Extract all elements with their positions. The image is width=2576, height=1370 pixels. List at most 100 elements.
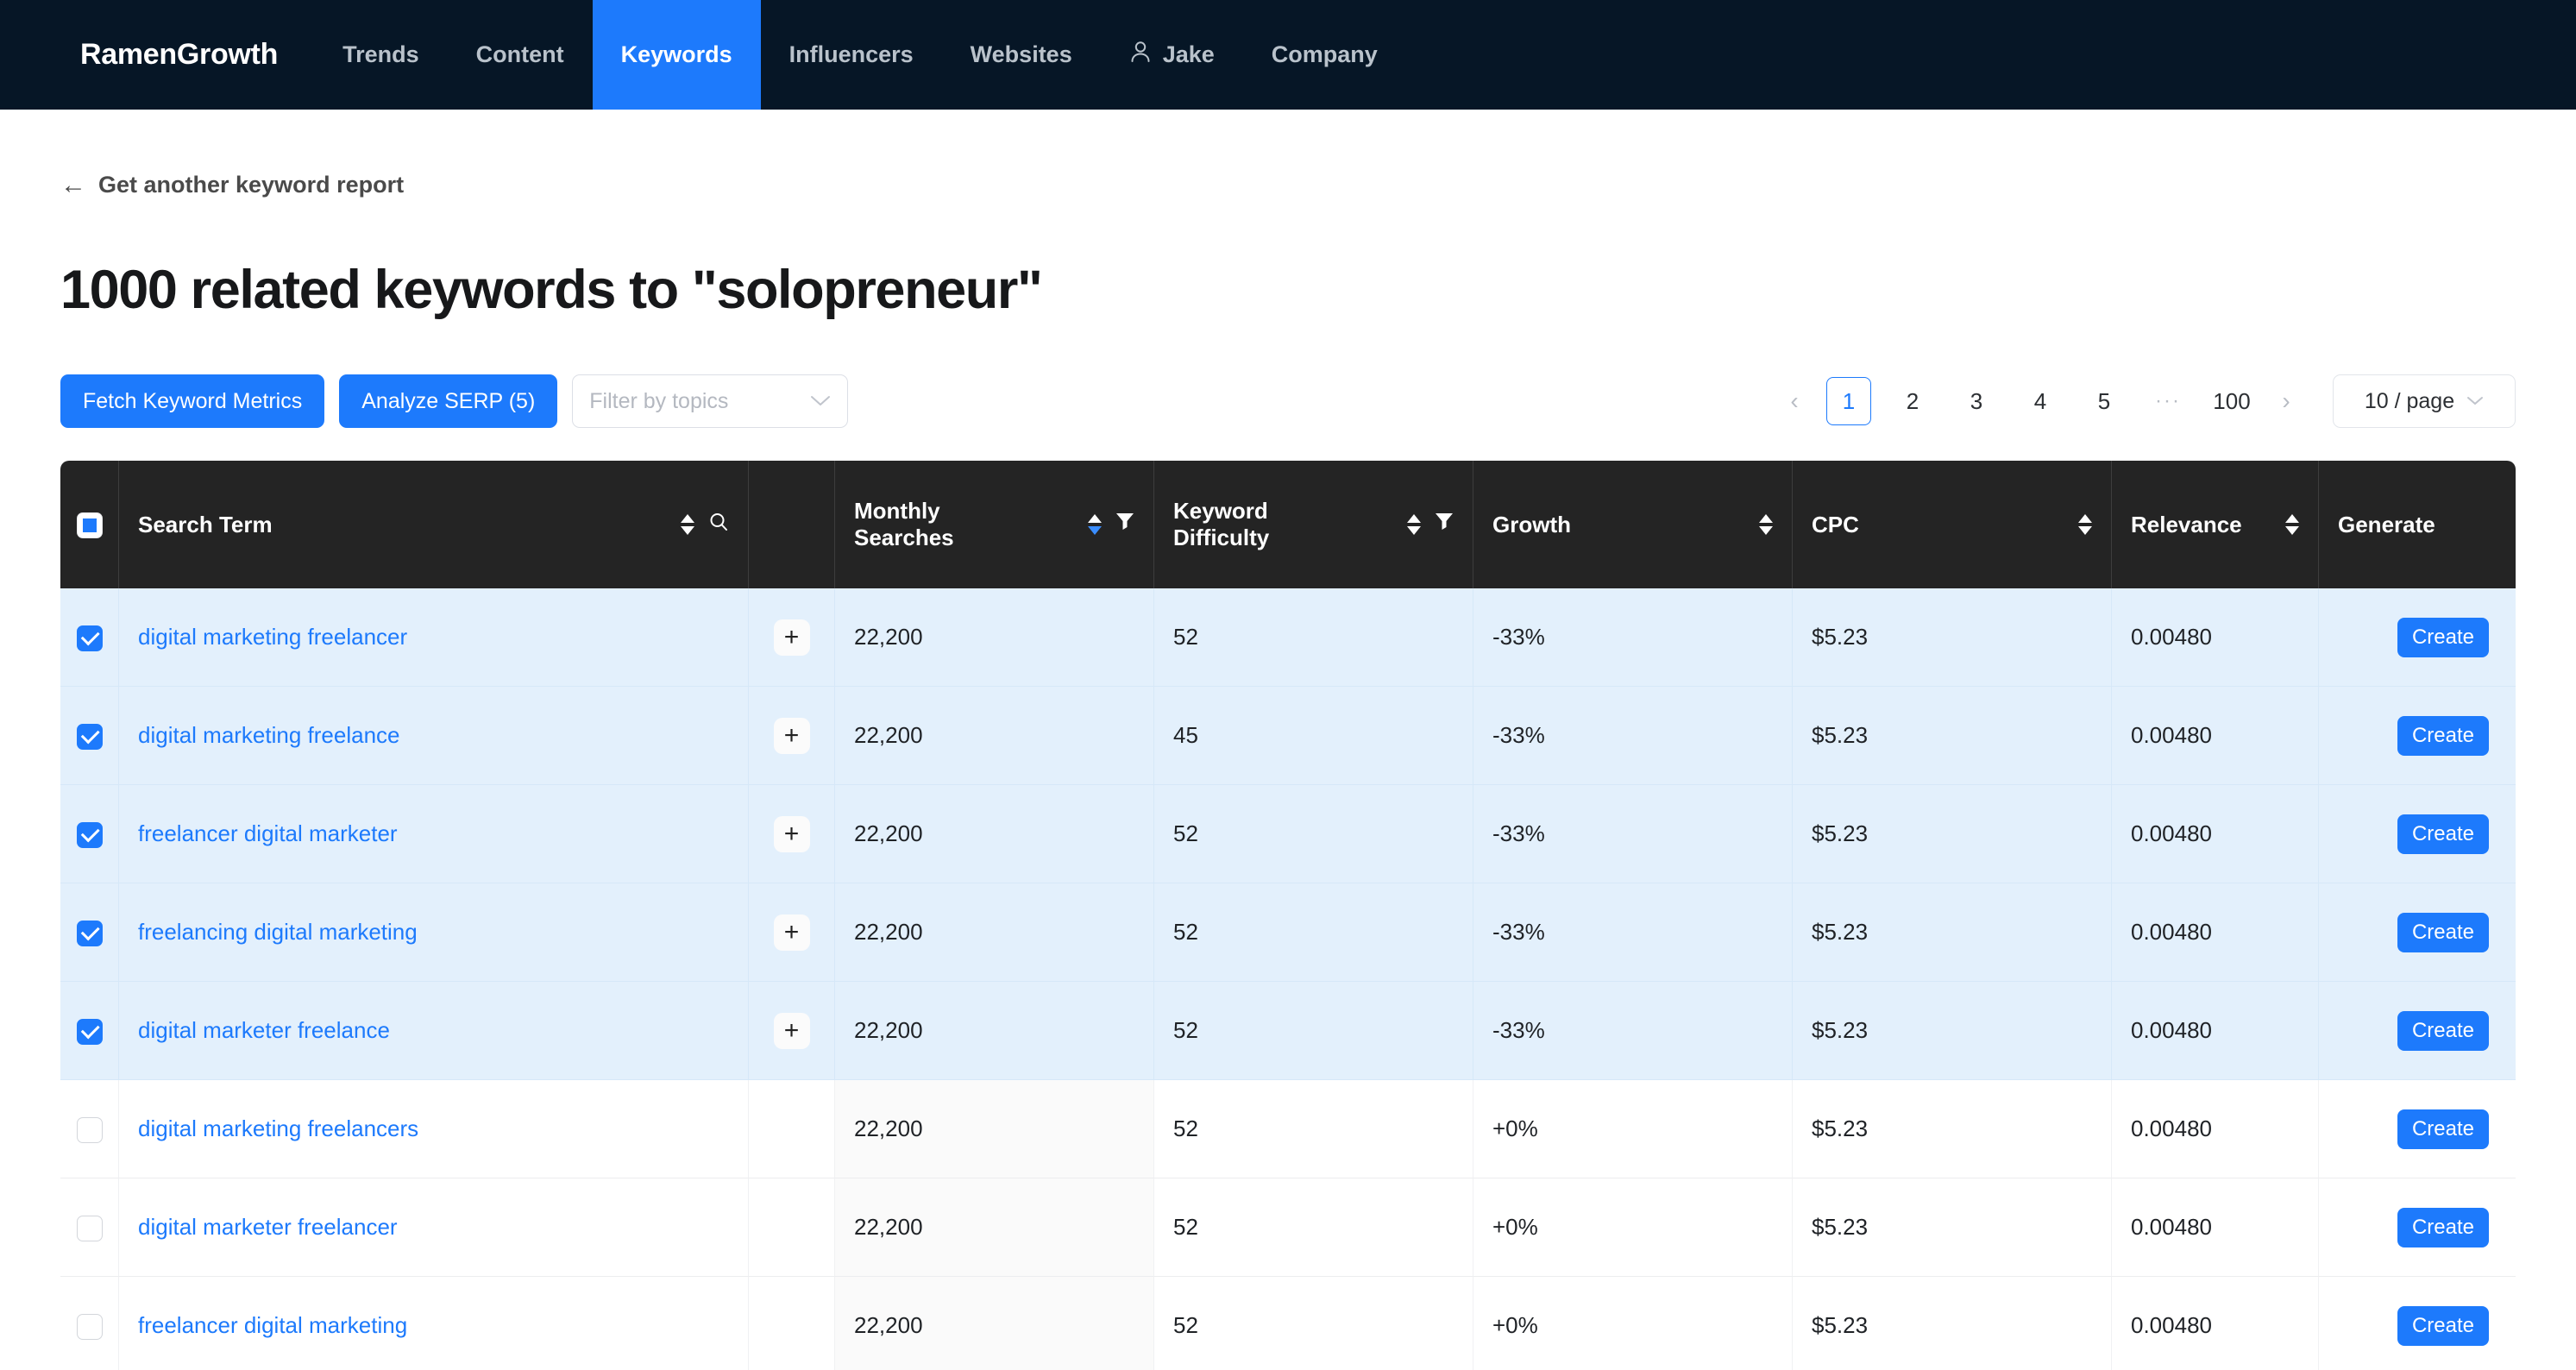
keyword-link[interactable]: digital marketing freelancer [138, 624, 407, 650]
filter-icon[interactable] [1115, 512, 1134, 538]
row-checkbox[interactable] [77, 921, 103, 946]
table-row[interactable]: digital marketing freelancers22,20052+0%… [60, 1080, 2516, 1178]
pagination-ellipsis[interactable]: ··· [2146, 389, 2190, 413]
row-select-cell [60, 982, 119, 1080]
column-header-label: Generate [2338, 512, 2435, 538]
column-header-relevance[interactable]: Relevance [2112, 461, 2319, 588]
pagination-last-page[interactable]: 100 [2209, 377, 2254, 425]
column-header-search-term[interactable]: Search Term [119, 461, 749, 588]
sort-toggle-icon[interactable] [1407, 514, 1421, 535]
pagination-page-5[interactable]: 5 [2082, 377, 2127, 425]
add-keyword-button[interactable]: + [774, 619, 810, 656]
page-size-value: 10 / page [2365, 389, 2454, 414]
cell-search-term: digital marketing freelance [119, 687, 749, 785]
nav-item-websites[interactable]: Websites [942, 0, 1101, 110]
row-checkbox[interactable] [77, 822, 103, 848]
cell-growth: +0% [1473, 1178, 1793, 1277]
table-row[interactable]: freelancer digital marketing22,20052+0%$… [60, 1277, 2516, 1370]
left-arrow-icon: ← [60, 173, 86, 198]
row-checkbox[interactable] [77, 625, 103, 651]
row-checkbox[interactable] [77, 1314, 103, 1340]
create-button[interactable]: Create [2397, 716, 2489, 756]
table-row[interactable]: digital marketing freelancer+22,20052-33… [60, 588, 2516, 687]
cell-cpc: $5.23 [1793, 785, 2112, 883]
table-row[interactable]: digital marketer freelance+22,20052-33%$… [60, 982, 2516, 1080]
create-button[interactable]: Create [2397, 618, 2489, 657]
cell-cpc: $5.23 [1793, 883, 2112, 982]
column-header-cpc[interactable]: CPC [1793, 461, 2112, 588]
column-header-icons [1407, 512, 1454, 538]
nav-item-label: Influencers [789, 41, 914, 68]
create-button[interactable]: Create [2397, 1306, 2489, 1346]
back-link-label: Get another keyword report [98, 172, 404, 198]
sort-toggle-icon[interactable] [1088, 514, 1102, 535]
topic-filter-select[interactable]: Filter by topics [572, 374, 848, 428]
keyword-link[interactable]: freelancing digital marketing [138, 919, 418, 945]
create-button[interactable]: Create [2397, 814, 2489, 854]
row-checkbox[interactable] [77, 1117, 103, 1143]
filter-icon[interactable] [1435, 512, 1454, 538]
nav-item-label: Content [476, 41, 564, 68]
page-size-select[interactable]: 10 / page [2333, 374, 2516, 428]
cell-keyword-difficulty: 52 [1154, 1277, 1473, 1370]
row-checkbox[interactable] [77, 1019, 103, 1045]
table-row[interactable]: digital marketer freelancer22,20052+0%$5… [60, 1178, 2516, 1277]
cell-cpc: $5.23 [1793, 588, 2112, 687]
table-row[interactable]: digital marketing freelance+22,20045-33%… [60, 687, 2516, 785]
create-button[interactable]: Create [2397, 1011, 2489, 1051]
sort-toggle-icon[interactable] [681, 514, 694, 535]
cell-cpc: $5.23 [1793, 982, 2112, 1080]
nav-links: Trends Content Keywords Influencers Websites… [314, 0, 1406, 110]
keyword-link[interactable]: digital marketing freelancers [138, 1115, 418, 1141]
column-header-add [749, 461, 835, 588]
keyword-link[interactable]: freelancer digital marketing [138, 1312, 407, 1338]
keyword-link[interactable]: freelancer digital marketer [138, 820, 398, 846]
create-button[interactable]: Create [2397, 1208, 2489, 1247]
cell-generate: Create [2319, 1277, 2516, 1370]
pagination-page-4[interactable]: 4 [2018, 377, 2063, 425]
row-checkbox[interactable] [77, 724, 103, 750]
nav-item-keywords[interactable]: Keywords [593, 0, 761, 110]
pagination-page-3[interactable]: 3 [1954, 377, 1999, 425]
keyword-link[interactable]: digital marketer freelancer [138, 1214, 398, 1240]
row-select-cell [60, 588, 119, 687]
add-keyword-button[interactable]: + [774, 914, 810, 951]
sort-toggle-icon[interactable] [2078, 514, 2092, 535]
pagination-page-2[interactable]: 2 [1890, 377, 1935, 425]
row-checkbox[interactable] [77, 1216, 103, 1241]
table-row[interactable]: freelancer digital marketer+22,20052-33%… [60, 785, 2516, 883]
create-button[interactable]: Create [2397, 913, 2489, 952]
back-to-keyword-report-link[interactable]: ← Get another keyword report [60, 172, 404, 198]
keyword-link[interactable]: digital marketing freelance [138, 722, 400, 748]
nav-item-content[interactable]: Content [448, 0, 593, 110]
brand-logo[interactable]: RamenGrowth [80, 0, 314, 110]
analyze-serp-button[interactable]: Analyze SERP (5) [339, 374, 557, 428]
column-header-keyword-difficulty[interactable]: KeywordDifficulty [1154, 461, 1473, 588]
pagination-next-button[interactable]: › [2264, 379, 2309, 424]
pagination-prev-button[interactable]: ‹ [1772, 379, 1817, 424]
add-keyword-button[interactable]: + [774, 816, 810, 852]
sort-toggle-icon[interactable] [1759, 514, 1773, 535]
cell-add-keyword: + [749, 588, 835, 687]
column-header-growth[interactable]: Growth [1473, 461, 1793, 588]
sort-toggle-icon[interactable] [2285, 514, 2299, 535]
cell-search-term: digital marketer freelance [119, 982, 749, 1080]
table-row[interactable]: freelancing digital marketing+22,20052-3… [60, 883, 2516, 982]
nav-item-influencers[interactable]: Influencers [761, 0, 942, 110]
fetch-keyword-metrics-button[interactable]: Fetch Keyword Metrics [60, 374, 324, 428]
pagination-page-1[interactable]: 1 [1826, 377, 1871, 425]
search-icon[interactable] [708, 512, 729, 538]
create-button[interactable]: Create [2397, 1109, 2489, 1149]
nav-item-company[interactable]: Company [1243, 0, 1406, 110]
add-keyword-button[interactable]: + [774, 1013, 810, 1049]
add-keyword-button[interactable]: + [774, 718, 810, 754]
select-all-checkbox[interactable] [77, 512, 103, 538]
nav-item-jake[interactable]: Jake [1101, 0, 1243, 110]
cell-generate: Create [2319, 785, 2516, 883]
cell-keyword-difficulty: 52 [1154, 588, 1473, 687]
nav-item-trends[interactable]: Trends [314, 0, 448, 110]
column-header-monthly-searches[interactable]: MonthlySearches [835, 461, 1154, 588]
keyword-link[interactable]: digital marketer freelance [138, 1017, 390, 1043]
cell-relevance: 0.00480 [2112, 1178, 2319, 1277]
row-select-cell [60, 883, 119, 982]
